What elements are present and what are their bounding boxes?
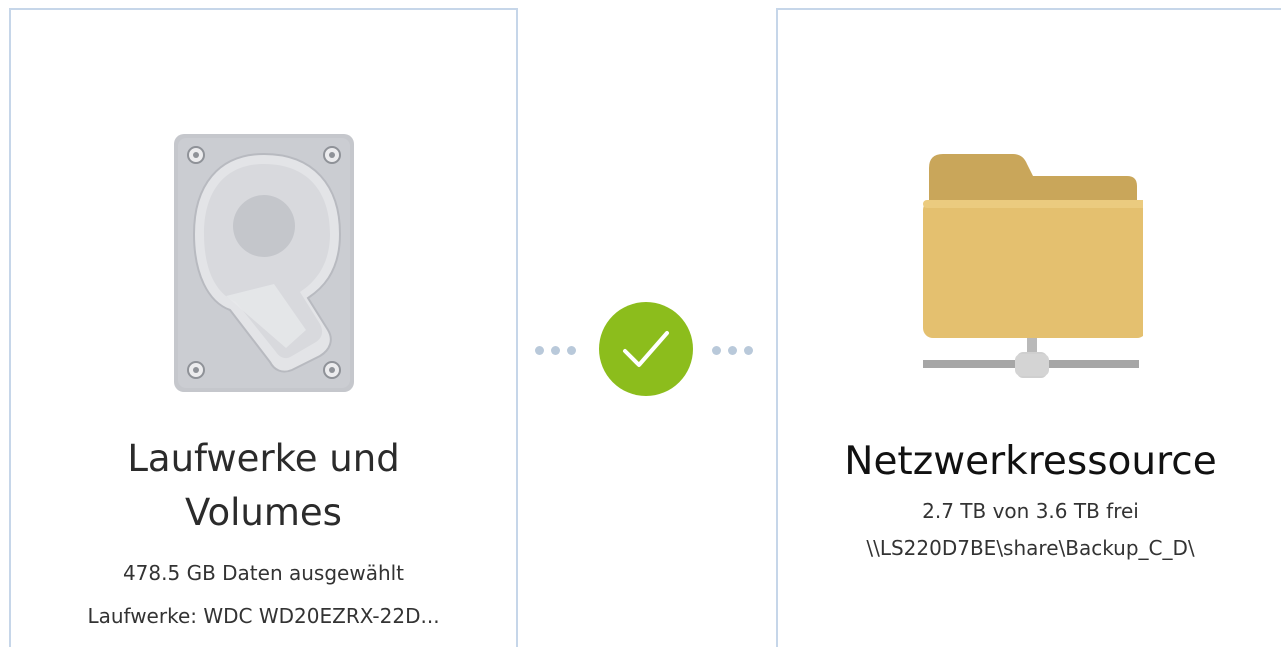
connector-dot xyxy=(567,346,576,355)
hard-drive-icon xyxy=(11,134,516,394)
source-selected-data: 478.5 GB Daten ausgewählt xyxy=(122,561,405,585)
connector-dot xyxy=(551,346,560,355)
status-check-badge xyxy=(599,302,693,396)
network-folder-icon xyxy=(778,144,1281,392)
destination-path: \\LS220D7BE\share\Backup_C_D\ xyxy=(866,536,1195,560)
destination-title: Netzwerkressource xyxy=(844,439,1217,484)
destination-free-space: 2.7 TB von 3.6 TB frei xyxy=(922,499,1139,523)
backup-destination-card[interactable]: Netzwerkressource 2.7 TB von 3.6 TB frei… xyxy=(776,8,1281,647)
connector-dot xyxy=(744,346,753,355)
backup-overview: Laufwerke und Volumes 478.5 GB Daten ausg… xyxy=(0,0,1281,647)
connector-dot xyxy=(728,346,737,355)
source-drives: Laufwerke: WDC WD20EZRX-22D... xyxy=(87,604,440,628)
connector-dot xyxy=(535,346,544,355)
backup-connector xyxy=(530,302,766,400)
source-title: Laufwerke und Volumes xyxy=(127,437,400,534)
checkmark-icon xyxy=(623,331,669,367)
connector-dot xyxy=(712,346,721,355)
backup-source-card[interactable]: Laufwerke und Volumes 478.5 GB Daten ausg… xyxy=(9,8,518,647)
